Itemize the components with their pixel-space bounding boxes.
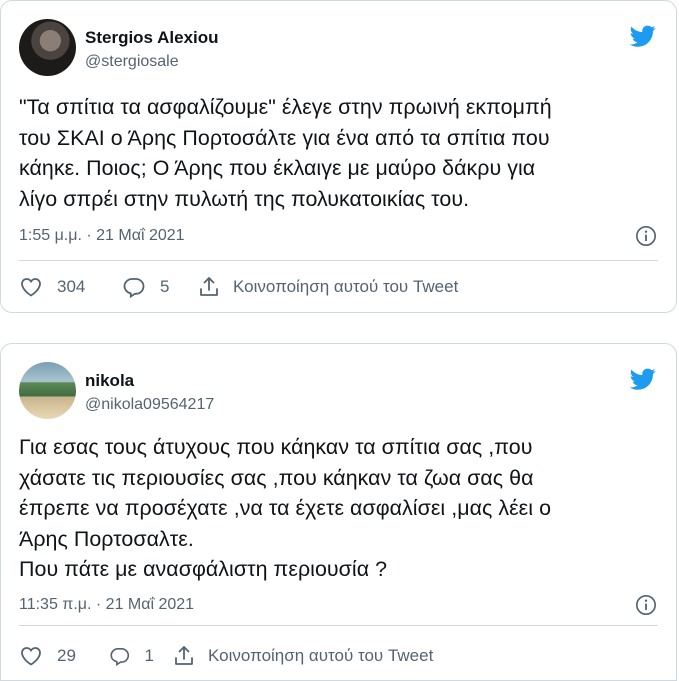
tweet-actions: 29 1 Κοινοποίηση αυτού του Tweet xyxy=(19,642,658,670)
avatar[interactable] xyxy=(19,362,76,419)
twitter-bird-icon[interactable] xyxy=(628,366,658,392)
heart-icon xyxy=(21,278,41,297)
twitter-bird-icon[interactable] xyxy=(628,23,658,49)
like-button[interactable]: 304 xyxy=(19,275,95,299)
tweet-timestamp[interactable]: 1:55 μ.μ. · 21 Μαΐ 2021 xyxy=(19,227,185,245)
author-handle[interactable]: @nikola09564217 xyxy=(85,396,214,414)
tweet-card[interactable]: Stergios Alexiou @stergiosale "Τα σπίτια… xyxy=(0,0,677,313)
share-button[interactable]: Κοινοποίηση αυτού του Tweet xyxy=(197,275,458,299)
reply-icon xyxy=(110,648,130,667)
tweet-card[interactable]: nikola @nikola09564217 Για εσας τους άτυ… xyxy=(0,343,677,681)
info-icon[interactable] xyxy=(635,225,657,247)
author-handle[interactable]: @stergiosale xyxy=(85,53,179,71)
tweet-actions: 304 5 Κοινοποίηση αυτού του Tweet xyxy=(19,273,658,301)
tweet-timestamp[interactable]: 11:35 π.μ. · 21 Μαΐ 2021 xyxy=(19,596,194,614)
share-icon xyxy=(175,646,193,665)
reply-button[interactable]: 5 xyxy=(122,275,179,299)
divider xyxy=(19,625,658,626)
reply-count: 5 xyxy=(160,277,170,296)
reply-button[interactable]: 1 xyxy=(109,644,154,668)
share-label: Κοινοποίηση αυτού του Tweet xyxy=(233,277,459,296)
like-count: 29 xyxy=(57,646,76,665)
info-icon[interactable] xyxy=(635,594,657,616)
reply-count: 1 xyxy=(144,646,154,665)
author-name[interactable]: Stergios Alexiou xyxy=(85,28,219,48)
tweet-text: Για εσας τους άτυχους που κάηκαν τα σπίτ… xyxy=(19,435,552,581)
like-count: 304 xyxy=(57,277,86,296)
share-label: Κοινοποίηση αυτού του Tweet xyxy=(208,646,434,665)
heart-icon xyxy=(21,647,41,666)
share-icon xyxy=(200,277,218,296)
author-name[interactable]: nikola xyxy=(85,371,134,391)
reply-icon xyxy=(123,278,145,299)
like-button[interactable]: 29 xyxy=(19,644,79,668)
avatar[interactable] xyxy=(19,19,76,76)
share-button[interactable]: Κοινοποίηση αυτού του Tweet xyxy=(172,644,433,668)
tweet-text: "Τα σπίτια τα ασφαλίζουμε" έλεγε στην πρ… xyxy=(19,95,552,211)
divider xyxy=(19,260,658,261)
